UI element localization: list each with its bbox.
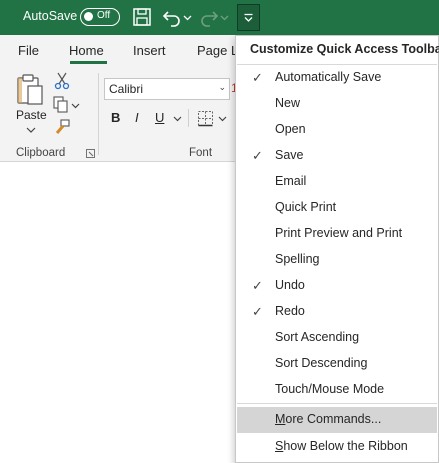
menu-item[interactable]: Spelling xyxy=(237,247,437,273)
menu-item-label: Spelling xyxy=(275,252,320,266)
menu-item-label: New xyxy=(275,96,301,110)
autosave-label: AutoSave xyxy=(23,9,78,23)
clipboard-group-label: Clipboard xyxy=(16,147,66,159)
menu-item-label: Sort Ascending xyxy=(275,330,360,344)
menu-item-label: Print Preview and Print xyxy=(275,226,403,240)
bold-button[interactable]: B xyxy=(111,110,120,125)
menu-item-label: Touch/Mouse Mode xyxy=(275,382,385,396)
underline-button[interactable]: U xyxy=(155,110,164,125)
paste-icon[interactable] xyxy=(15,72,45,106)
menu-separator xyxy=(237,403,437,404)
menu-item[interactable]: New xyxy=(237,91,437,117)
tab-home[interactable]: Home xyxy=(69,43,104,58)
customize-qat-button[interactable] xyxy=(237,4,260,31)
menu-item-label: Open xyxy=(275,122,306,136)
font-name-value: Calibri xyxy=(109,82,144,96)
menu-item[interactable]: ✓ Redo xyxy=(237,299,437,325)
menu-item[interactable]: ✓ Automatically Save xyxy=(237,65,437,91)
autosave-state: Off xyxy=(97,10,111,21)
paste-dropdown-chevron-icon[interactable] xyxy=(26,126,36,134)
menu-item-label: Email xyxy=(275,174,307,188)
font-name-combobox[interactable]: Calibri ⌄ xyxy=(104,78,230,100)
menu-item-label: Quick Print xyxy=(275,200,337,214)
toggle-knob xyxy=(84,12,93,21)
copy-icon[interactable] xyxy=(52,96,70,113)
menu-item[interactable]: More Commands... xyxy=(237,407,437,433)
borders-icon[interactable] xyxy=(197,110,214,127)
undo-dropdown-chevron-icon[interactable] xyxy=(183,6,192,28)
menu-item[interactable]: Print Preview and Print xyxy=(237,221,437,247)
clipboard-dialog-launcher-icon[interactable] xyxy=(86,149,95,158)
menu-title: Customize Quick Access Toolbar xyxy=(250,42,439,56)
format-painter-icon[interactable] xyxy=(53,119,71,136)
paste-button-label[interactable]: Paste xyxy=(16,108,47,122)
copy-dropdown-chevron-icon[interactable] xyxy=(71,102,80,110)
save-icon[interactable] xyxy=(132,6,152,28)
menu-item[interactable]: ✓ Undo xyxy=(237,273,437,299)
menu-item-label: Redo xyxy=(275,304,305,318)
font-group-label: Font xyxy=(189,147,213,159)
borders-dropdown-chevron-icon[interactable] xyxy=(218,115,227,123)
check-icon: ✓ xyxy=(252,278,263,293)
active-tab-indicator xyxy=(70,61,107,64)
menu-item[interactable]: Touch/Mouse Mode xyxy=(237,377,437,403)
cut-icon[interactable] xyxy=(54,72,70,90)
font-name-dropdown-icon[interactable]: ⌄ xyxy=(218,82,226,93)
title-bar: AutoSave Off xyxy=(0,0,439,35)
check-icon: ✓ xyxy=(252,148,263,163)
menu-item[interactable]: Show Below the Ribbon xyxy=(237,434,437,460)
customize-dropdown-icon xyxy=(244,13,253,22)
menu-item[interactable]: Sort Descending xyxy=(237,351,437,377)
menu-item-label: Automatically Save xyxy=(275,70,382,84)
underline-dropdown-chevron-icon[interactable] xyxy=(173,115,182,123)
menu-item[interactable]: ✓ Save xyxy=(237,143,437,169)
menu-item[interactable]: Sort Ascending xyxy=(237,325,437,351)
check-icon: ✓ xyxy=(252,70,263,85)
menu-item-label: More Commands... xyxy=(275,412,382,426)
menu-item[interactable]: Open xyxy=(237,117,437,143)
redo-icon[interactable] xyxy=(199,6,219,28)
redo-dropdown-chevron-icon[interactable] xyxy=(220,6,229,28)
menu-item-label: Sort Descending xyxy=(275,356,368,370)
italic-button[interactable]: I xyxy=(135,110,139,125)
menu-item-label: Undo xyxy=(275,278,305,292)
tab-insert[interactable]: Insert xyxy=(133,43,166,58)
divider xyxy=(188,109,189,127)
menu-item-label: Save xyxy=(275,148,304,162)
menu-item[interactable]: Quick Print xyxy=(237,195,437,221)
tab-page-layout[interactable]: Page L xyxy=(197,43,238,58)
group-separator xyxy=(98,73,99,155)
check-icon: ✓ xyxy=(252,304,263,319)
undo-icon[interactable] xyxy=(162,6,182,28)
customize-qat-menu: Customize Quick Access Toolbar ✓ Automati… xyxy=(235,35,439,463)
menu-item[interactable]: Email xyxy=(237,169,437,195)
autosave-toggle[interactable]: Off xyxy=(80,8,120,26)
tab-file[interactable]: File xyxy=(18,43,39,58)
menu-item-label: Show Below the Ribbon xyxy=(275,439,408,453)
